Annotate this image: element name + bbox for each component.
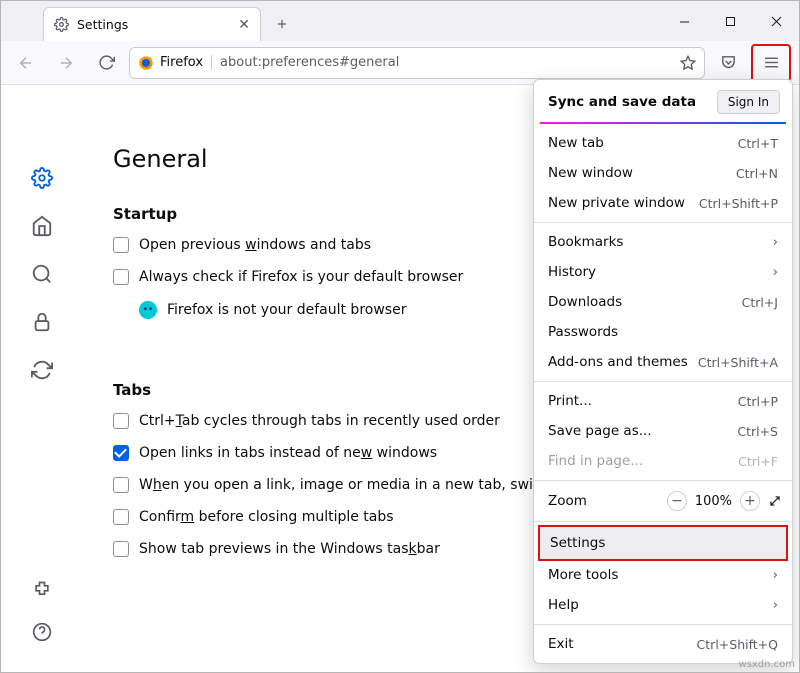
- sidebar-item-search[interactable]: [31, 263, 53, 285]
- tab-title: Settings: [77, 17, 128, 32]
- bookmark-star-icon[interactable]: [680, 55, 696, 71]
- sidebar-item-home[interactable]: [31, 215, 53, 237]
- open-previous-label: Open previous windows and tabs: [139, 237, 371, 253]
- menu-zoom: Zoom − 100% +: [534, 485, 792, 517]
- zoom-in-button[interactable]: +: [740, 491, 760, 511]
- zoom-out-button[interactable]: −: [667, 491, 687, 511]
- chevron-right-icon: ›: [773, 597, 778, 613]
- sign-in-button[interactable]: Sign In: [717, 90, 780, 114]
- watermark: wsxdn.com: [738, 659, 795, 670]
- menu-save-as[interactable]: Save page as...Ctrl+S: [534, 416, 792, 446]
- switch-to-checkbox[interactable]: [113, 477, 129, 493]
- menu-passwords[interactable]: Passwords: [534, 317, 792, 347]
- menu-settings[interactable]: Settings: [538, 525, 788, 561]
- app-menu-button[interactable]: [754, 47, 788, 79]
- gear-icon: [54, 17, 69, 32]
- titlebar: Settings ✕: [1, 1, 799, 41]
- menu-exit[interactable]: ExitCtrl+Shift+Q: [534, 629, 792, 659]
- tab-settings[interactable]: Settings ✕: [43, 7, 261, 41]
- url-text: about:preferences#general: [211, 55, 399, 70]
- fullscreen-icon[interactable]: [768, 494, 782, 508]
- menu-downloads[interactable]: DownloadsCtrl+J: [534, 287, 792, 317]
- open-links-label: Open links in tabs instead of new window…: [139, 445, 437, 461]
- default-browser-text: Firefox is not your default browser: [167, 302, 406, 318]
- tab-strip: Settings ✕: [1, 1, 297, 41]
- chevron-right-icon: ›: [773, 567, 778, 583]
- tab-close-icon[interactable]: ✕: [238, 17, 250, 33]
- window-controls: [661, 1, 799, 41]
- menu-bookmarks[interactable]: Bookmarks›: [534, 227, 792, 257]
- chevron-right-icon: ›: [773, 264, 778, 280]
- close-button[interactable]: [753, 1, 799, 41]
- menu-print[interactable]: Print...Ctrl+P: [534, 386, 792, 416]
- browser-window: Settings ✕ Firefox about:preferences#gen…: [0, 0, 800, 673]
- ctrltab-label: Ctrl+Tab cycles through tabs in recently…: [139, 413, 500, 429]
- app-menu: Sync and save data Sign In New tabCtrl+T…: [533, 79, 793, 664]
- preferences-sidebar: [1, 85, 83, 672]
- reload-button[interactable]: [89, 47, 123, 79]
- taskbar-preview-checkbox[interactable]: [113, 541, 129, 557]
- menu-new-private[interactable]: New private windowCtrl+Shift+P: [534, 188, 792, 218]
- menu-new-window[interactable]: New windowCtrl+N: [534, 158, 792, 188]
- menu-addons[interactable]: Add-ons and themesCtrl+Shift+A: [534, 347, 792, 377]
- sync-heading: Sync and save data: [548, 94, 696, 110]
- sidebar-item-extensions[interactable]: [32, 580, 52, 600]
- forward-button[interactable]: [49, 47, 83, 79]
- zoom-level: 100%: [695, 494, 732, 509]
- firefox-logo-icon: [138, 55, 154, 71]
- switch-to-label: When you open a link, image or media in …: [139, 477, 565, 493]
- menu-more-tools[interactable]: More tools›: [534, 560, 792, 590]
- back-button[interactable]: [9, 47, 43, 79]
- confirm-close-label: Confirm before closing multiple tabs: [139, 509, 394, 525]
- ctrltab-checkbox[interactable]: [113, 413, 129, 429]
- pocket-button[interactable]: [711, 47, 745, 79]
- menu-history[interactable]: History›: [534, 257, 792, 287]
- identity-box[interactable]: Firefox: [138, 55, 203, 71]
- menu-gradient: [540, 122, 786, 124]
- maximize-button[interactable]: [707, 1, 753, 41]
- menu-find[interactable]: Find in page...Ctrl+F: [534, 446, 792, 476]
- minimize-button[interactable]: [661, 1, 707, 41]
- open-links-checkbox[interactable]: [113, 445, 129, 461]
- confirm-close-checkbox[interactable]: [113, 509, 129, 525]
- check-default-label: Always check if Firefox is your default …: [139, 269, 463, 285]
- sidebar-item-help[interactable]: [32, 622, 52, 642]
- sad-face-icon: ••: [139, 301, 157, 319]
- chevron-right-icon: ›: [773, 234, 778, 250]
- sidebar-item-privacy[interactable]: [31, 311, 53, 333]
- open-previous-checkbox[interactable]: [113, 237, 129, 253]
- zoom-label: Zoom: [548, 493, 587, 509]
- menu-help[interactable]: Help›: [534, 590, 792, 620]
- check-default-checkbox[interactable]: [113, 269, 129, 285]
- menu-new-tab[interactable]: New tabCtrl+T: [534, 128, 792, 158]
- identity-label: Firefox: [160, 55, 203, 70]
- sidebar-item-general[interactable]: [31, 167, 53, 189]
- taskbar-preview-label: Show tab previews in the Windows taskbar: [139, 541, 440, 557]
- sidebar-item-sync[interactable]: [31, 359, 53, 381]
- url-bar[interactable]: Firefox about:preferences#general: [129, 47, 705, 79]
- new-tab-button[interactable]: [267, 9, 297, 39]
